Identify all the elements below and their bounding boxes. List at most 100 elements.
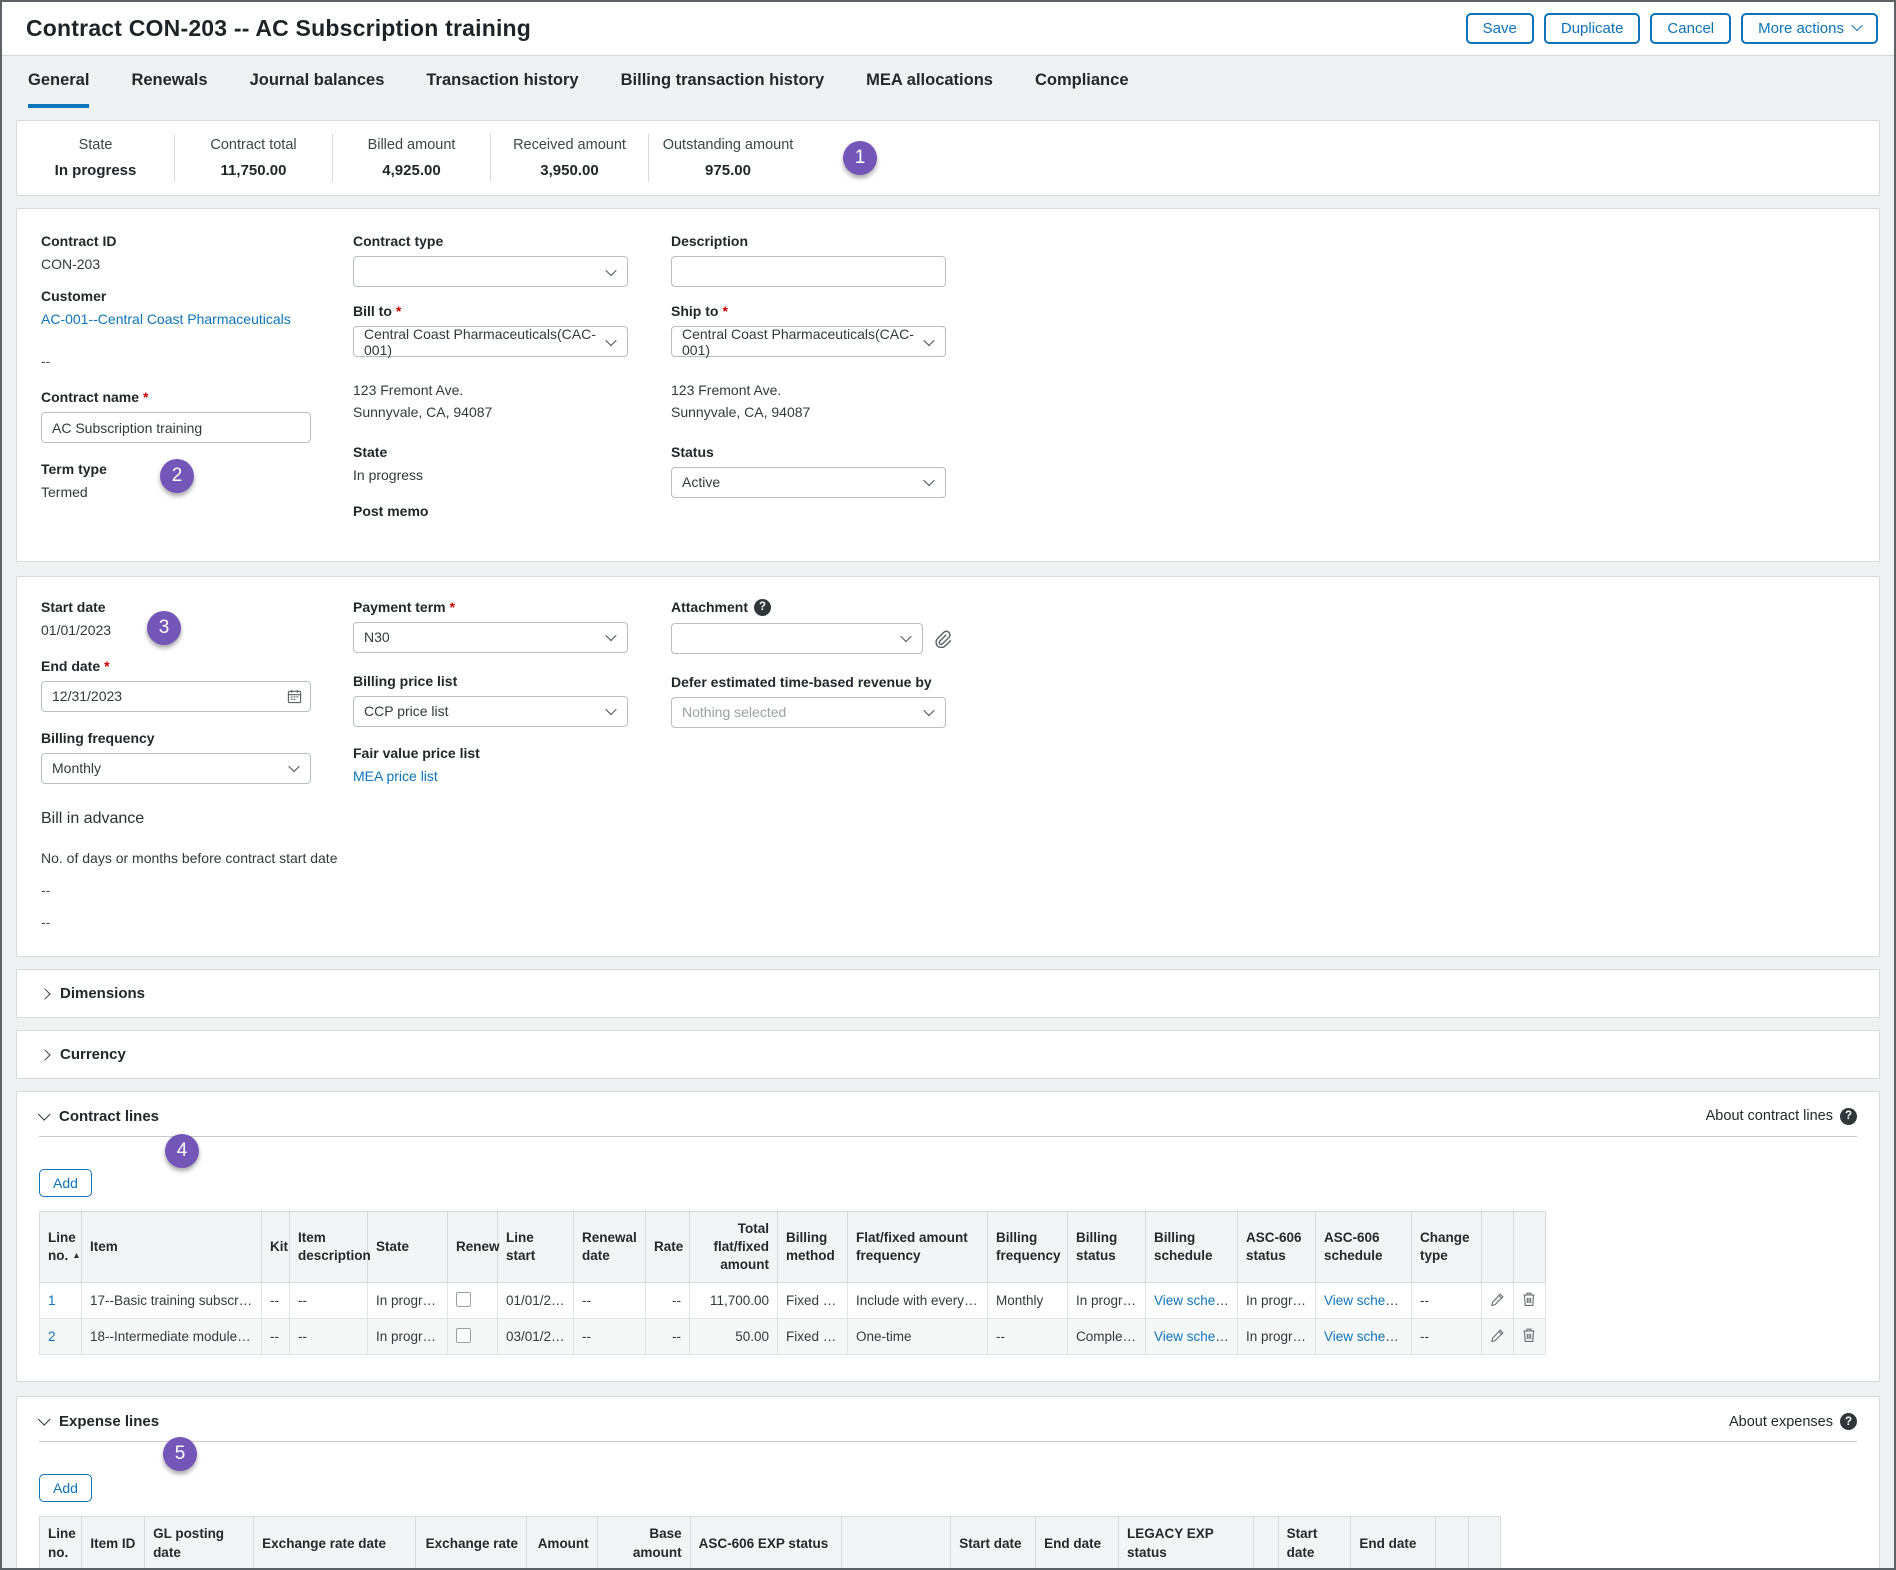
contract-type-select[interactable] [353, 256, 628, 287]
currency-section[interactable]: Currency [16, 1030, 1880, 1079]
table-cell: Include with every invoice [848, 1283, 988, 1319]
pencil-icon[interactable] [1490, 1292, 1505, 1307]
term-type-value: Termed [41, 484, 353, 500]
column-header-exchange-rate-date[interactable]: Exchange rate date [254, 1517, 416, 1570]
bill-to-select[interactable]: Central Coast Pharmaceuticals(CAC-001) [353, 326, 628, 357]
line-number-link[interactable]: 1 [48, 1293, 56, 1308]
help-icon[interactable]: ? [1840, 1413, 1857, 1430]
page-title: Contract CON-203 -- AC Subscription trai… [26, 15, 531, 42]
table-cell: -- [1412, 1319, 1482, 1355]
column-header-start-date[interactable]: Start date [951, 1517, 1036, 1570]
tab-renewals[interactable]: Renewals [131, 71, 207, 108]
state-value: In progress [353, 467, 671, 483]
status-select[interactable]: Active [671, 467, 946, 498]
attachment-select[interactable] [671, 623, 923, 654]
end-date-input[interactable] [41, 681, 311, 712]
add-contract-line-button[interactable]: Add [39, 1169, 92, 1197]
column-header-legacy-exp-status[interactable]: LEGACY EXP status [1119, 1517, 1254, 1570]
cell-text: One-time [856, 1329, 912, 1344]
header-actions: Save Duplicate Cancel More actions [1466, 13, 1878, 44]
column-header-state[interactable]: State [368, 1211, 448, 1283]
ship-to-select[interactable]: Central Coast Pharmaceuticals(CAC-001) [671, 326, 946, 357]
line-number-link[interactable]: 2 [48, 1329, 56, 1344]
more-actions-button[interactable]: More actions [1741, 13, 1878, 44]
cell-text: 50.00 [735, 1329, 769, 1344]
save-button[interactable]: Save [1466, 13, 1534, 44]
summary-bar: StateIn progressContract total11,750.00B… [16, 120, 1880, 196]
column-header-item-id[interactable]: Item ID [82, 1517, 145, 1570]
column-header-renewal-date[interactable]: Renewal date [574, 1211, 646, 1283]
column-header-total-flat-fixed-amount[interactable]: Total flat/fixed amount [690, 1211, 778, 1283]
mea-price-list-link[interactable]: MEA price list [353, 768, 438, 784]
column-header-change-type[interactable]: Change type [1412, 1211, 1482, 1283]
column-header-item-description[interactable]: Item description [290, 1211, 368, 1283]
column-header-line-start[interactable]: Line start [498, 1211, 574, 1283]
column-header-rate[interactable]: Rate [646, 1211, 690, 1283]
column-header-end-date[interactable]: End date [1036, 1517, 1119, 1570]
column-header-line-no[interactable]: Line no. [40, 1517, 82, 1570]
billing-price-list-select[interactable]: CCP price list [353, 696, 628, 727]
tab-compliance[interactable]: Compliance [1035, 71, 1129, 108]
view-asc606-schedule-link[interactable]: View schedule 1 [1324, 1293, 1412, 1308]
contract-lines-toggle[interactable]: Contract lines [39, 1108, 159, 1125]
renew-checkbox[interactable] [456, 1328, 471, 1343]
cell-text: -- [1420, 1293, 1429, 1308]
expense-lines-toggle[interactable]: Expense lines [39, 1413, 159, 1430]
help-icon[interactable]: ? [754, 599, 771, 616]
column-header-gl-posting-date[interactable]: GL posting date [145, 1517, 254, 1570]
billing-frequency-select[interactable]: Monthly [41, 753, 311, 784]
defer-revenue-select[interactable]: Nothing selected [671, 697, 946, 728]
column-header-asc-606-status[interactable]: ASC-606 status [1238, 1211, 1316, 1283]
table-cell: In progress [1238, 1319, 1316, 1355]
payment-term-select[interactable]: N30 [353, 622, 628, 653]
column-header-asc-606-schedule[interactable]: ASC-606 schedule [1316, 1211, 1412, 1283]
trash-icon[interactable] [1522, 1291, 1536, 1307]
tab-mea-allocations[interactable]: MEA allocations [866, 71, 993, 108]
column-header-start-date[interactable]: Start date [1278, 1517, 1351, 1570]
description-input[interactable] [671, 256, 946, 287]
schedule-section: 3 Start date 01/01/2023 End date* [16, 576, 1880, 957]
calendar-icon[interactable] [287, 689, 302, 704]
table-cell: In progress [1068, 1283, 1146, 1319]
required-asterisk: * [450, 599, 455, 615]
column-header-asc-606-exp-status[interactable]: ASC-606 EXP status [690, 1517, 842, 1570]
column-header-end-date[interactable]: End date [1351, 1517, 1436, 1570]
help-icon[interactable]: ? [1840, 1108, 1857, 1125]
pencil-icon[interactable] [1490, 1328, 1505, 1343]
customer-link[interactable]: AC-001--Central Coast Pharmaceuticals [41, 311, 291, 327]
tab-billing-transaction-history[interactable]: Billing transaction history [621, 71, 825, 108]
table-cell [1514, 1319, 1546, 1355]
view-billing-schedule-link[interactable]: View schedule [1154, 1329, 1238, 1344]
view-asc606-schedule-link[interactable]: View schedule 1 [1324, 1329, 1412, 1344]
ship-to-address: 123 Fremont Ave. Sunnyvale, CA, 94087 [671, 379, 1855, 424]
tab-general[interactable]: General [28, 71, 89, 108]
column-header-base-amount[interactable]: Base amount [597, 1517, 690, 1570]
billing-frequency-value: Monthly [52, 760, 101, 776]
column-header-billing-method[interactable]: Billing method [778, 1211, 848, 1283]
trash-icon[interactable] [1522, 1327, 1536, 1343]
details-column-1: Contract ID CON-203 Customer AC-001--Cen… [41, 233, 353, 535]
contract-name-input[interactable] [41, 412, 311, 443]
cancel-button[interactable]: Cancel [1650, 13, 1731, 44]
column-header-exchange-rate[interactable]: Exchange rate [415, 1517, 526, 1570]
column-header-item[interactable]: Item [82, 1211, 262, 1283]
column-header-billing-status[interactable]: Billing status [1068, 1211, 1146, 1283]
column-header-flat-fixed-amount-frequency[interactable]: Flat/fixed amount frequency [848, 1211, 988, 1283]
column-header-kit[interactable]: Kit [262, 1211, 290, 1283]
start-date-label: Start date [41, 599, 353, 615]
tab-journal-balances[interactable]: Journal balances [250, 71, 385, 108]
status-value: Active [682, 474, 720, 490]
column-header-renew[interactable]: Renew [448, 1211, 498, 1283]
cell-text: -- [1420, 1329, 1429, 1344]
column-header-billing-frequency[interactable]: Billing frequency [988, 1211, 1068, 1283]
column-header-billing-schedule[interactable]: Billing schedule [1146, 1211, 1238, 1283]
view-billing-schedule-link[interactable]: View schedule [1154, 1293, 1238, 1308]
column-header-line-no[interactable]: Line no.▲ [40, 1211, 82, 1283]
tab-transaction-history[interactable]: Transaction history [426, 71, 578, 108]
duplicate-button[interactable]: Duplicate [1544, 13, 1641, 44]
add-expense-line-button[interactable]: Add [39, 1474, 92, 1502]
renew-checkbox[interactable] [456, 1292, 471, 1307]
column-header-amount[interactable]: Amount [526, 1517, 597, 1570]
dimensions-section[interactable]: Dimensions [16, 969, 1880, 1018]
paperclip-icon[interactable] [933, 629, 952, 648]
